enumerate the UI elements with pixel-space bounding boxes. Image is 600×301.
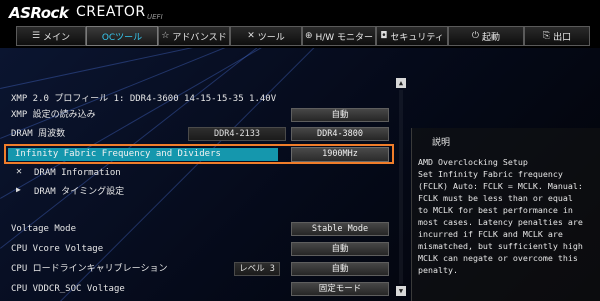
list-icon: ☰: [31, 31, 41, 41]
power-icon: ⏻: [471, 31, 480, 41]
tab-hw-monitor[interactable]: ⊕ H/W モニター: [302, 26, 376, 46]
header-bar: ASRock CREATOR UEFI: [0, 0, 600, 26]
scroll-down-arrow[interactable]: ▼: [396, 286, 406, 296]
llc-select[interactable]: 自動: [291, 262, 389, 276]
tab-label: ツール: [257, 32, 285, 43]
globe-icon: ⊕: [304, 31, 313, 41]
tab-label: 起動: [482, 32, 501, 43]
voltage-mode-select[interactable]: Stable Mode: [291, 222, 389, 236]
submenu-arrow-icon: ▶: [16, 185, 21, 194]
description-panel: 説明 AMD Overclocking Setup Set Infinity F…: [411, 128, 600, 301]
shield-icon: ◘: [380, 31, 388, 41]
tab-advanced[interactable]: ☆ アドバンスド: [158, 26, 230, 46]
tab-oc-tweaker[interactable]: OCツール: [86, 26, 158, 46]
uefi-label: UEFI: [147, 13, 163, 21]
description-text: AMD Overclocking Setup Set Infinity Fabr…: [418, 157, 583, 275]
tab-main[interactable]: ☰ メイン: [16, 26, 86, 46]
main-nav: ☰ メイン OCツール ☆ アドバンスド ✕ ツール ⊕ H/W モニター ◘ …: [0, 26, 600, 48]
settings-area: ▲ ▼ XMP 2.0 プロフィール 1: DDR4-3600 14-15-15…: [0, 48, 600, 301]
load-xmp-select[interactable]: 自動: [291, 108, 389, 122]
vddcr-soc-select[interactable]: 固定モード: [291, 282, 389, 296]
tab-label: H/W モニター: [315, 32, 374, 43]
product-name: CREATOR: [76, 4, 146, 20]
fclk-select[interactable]: 1900MHz: [291, 147, 389, 162]
scroll-up-arrow[interactable]: ▲: [396, 78, 406, 88]
tab-label: アドバンスド: [172, 32, 227, 43]
tab-exit[interactable]: ⎘ 出口: [524, 26, 590, 46]
vcore-voltage-select[interactable]: 自動: [291, 242, 389, 256]
llc-current: レベル 3: [234, 262, 280, 276]
dram-frequency-select[interactable]: DDR4-3800: [291, 127, 389, 141]
brand-logo: ASRock: [9, 4, 69, 22]
tab-label: 出口: [553, 32, 572, 43]
dram-frequency-current: DDR4-2133: [188, 127, 286, 141]
tools-icon: ✕: [16, 166, 23, 177]
tab-label: OCツール: [101, 32, 143, 43]
tab-label: セキュリティ: [390, 32, 444, 43]
exit-icon: ⎘: [542, 31, 551, 41]
tab-tool[interactable]: ✕ ツール: [230, 26, 302, 46]
description-title: 説明: [432, 138, 451, 148]
fclk-label: Infinity Fabric Frequency and Dividers: [15, 149, 221, 159]
tools-icon: ✕: [247, 31, 255, 41]
scrollbar-track[interactable]: [399, 90, 403, 284]
tab-label: メイン: [43, 32, 71, 43]
tab-boot[interactable]: ⏻ 起動: [448, 26, 524, 46]
tab-security[interactable]: ◘ セキュリティ: [376, 26, 448, 46]
star-icon: ☆: [161, 31, 170, 41]
